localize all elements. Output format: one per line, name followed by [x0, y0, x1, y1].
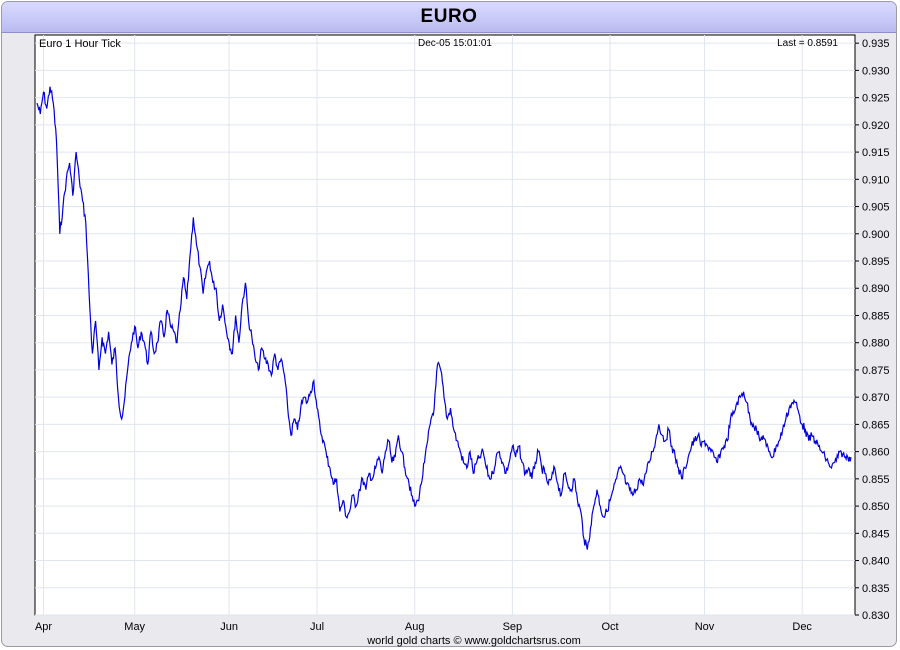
y-tick-label: 0.880 [862, 338, 890, 350]
y-tick-label: 0.905 [862, 202, 890, 214]
y-tick-label: 0.845 [862, 528, 890, 540]
chart-svg: 0.935 0.930 0.925 0.920 0.915 0.910 0.905 0.900… [34, 34, 890, 647]
x-tick-label: Nov [695, 621, 715, 633]
y-tick-label: 0.920 [862, 120, 890, 132]
x-axis-ticks: Apr May Jun Jul Aug Sep Oct Nov Dec [35, 621, 812, 633]
y-tick-label: 0.925 [862, 93, 890, 105]
y-tick-label: 0.865 [862, 419, 890, 431]
timestamp-label: Dec-05 15:01:01 [418, 38, 492, 49]
y-tick-label: 0.930 [862, 65, 890, 77]
y-tick-label: 0.895 [862, 256, 890, 268]
x-tick-label: Dec [792, 621, 812, 633]
y-axis-ticks: 0.935 0.930 0.925 0.920 0.915 0.910 0.905 0.900… [855, 38, 890, 622]
x-tick-label: Apr [35, 621, 52, 633]
x-tick-label: May [124, 621, 145, 633]
y-tick-label: 0.910 [862, 174, 890, 186]
y-tick-label: 0.855 [862, 474, 890, 486]
y-tick-label: 0.885 [862, 310, 890, 322]
x-tick-label: Jun [220, 621, 238, 633]
x-tick-label: Jul [310, 621, 324, 633]
y-tick-label: 0.870 [862, 392, 890, 404]
y-tick-label: 0.860 [862, 447, 890, 459]
footer-credit: world gold charts © www.goldchartsrus.co… [366, 635, 581, 647]
y-tick-label: 0.850 [862, 501, 890, 513]
plot-area [34, 34, 856, 616]
y-tick-label: 0.890 [862, 283, 890, 295]
y-tick-label: 0.840 [862, 556, 890, 568]
y-tick-label: 0.830 [862, 610, 890, 622]
chart-subtitle: Euro 1 Hour Tick [39, 38, 121, 50]
x-tick-label: Sep [503, 621, 523, 633]
x-tick-label: Oct [601, 621, 618, 633]
y-tick-label: 0.835 [862, 583, 890, 595]
y-tick-label: 0.900 [862, 229, 890, 241]
last-value-label: Last = 0.8591 [777, 38, 838, 49]
x-tick-label: Aug [405, 621, 425, 633]
y-tick-label: 0.915 [862, 147, 890, 159]
y-tick-label: 0.875 [862, 365, 890, 377]
y-tick-label: 0.935 [862, 38, 890, 50]
